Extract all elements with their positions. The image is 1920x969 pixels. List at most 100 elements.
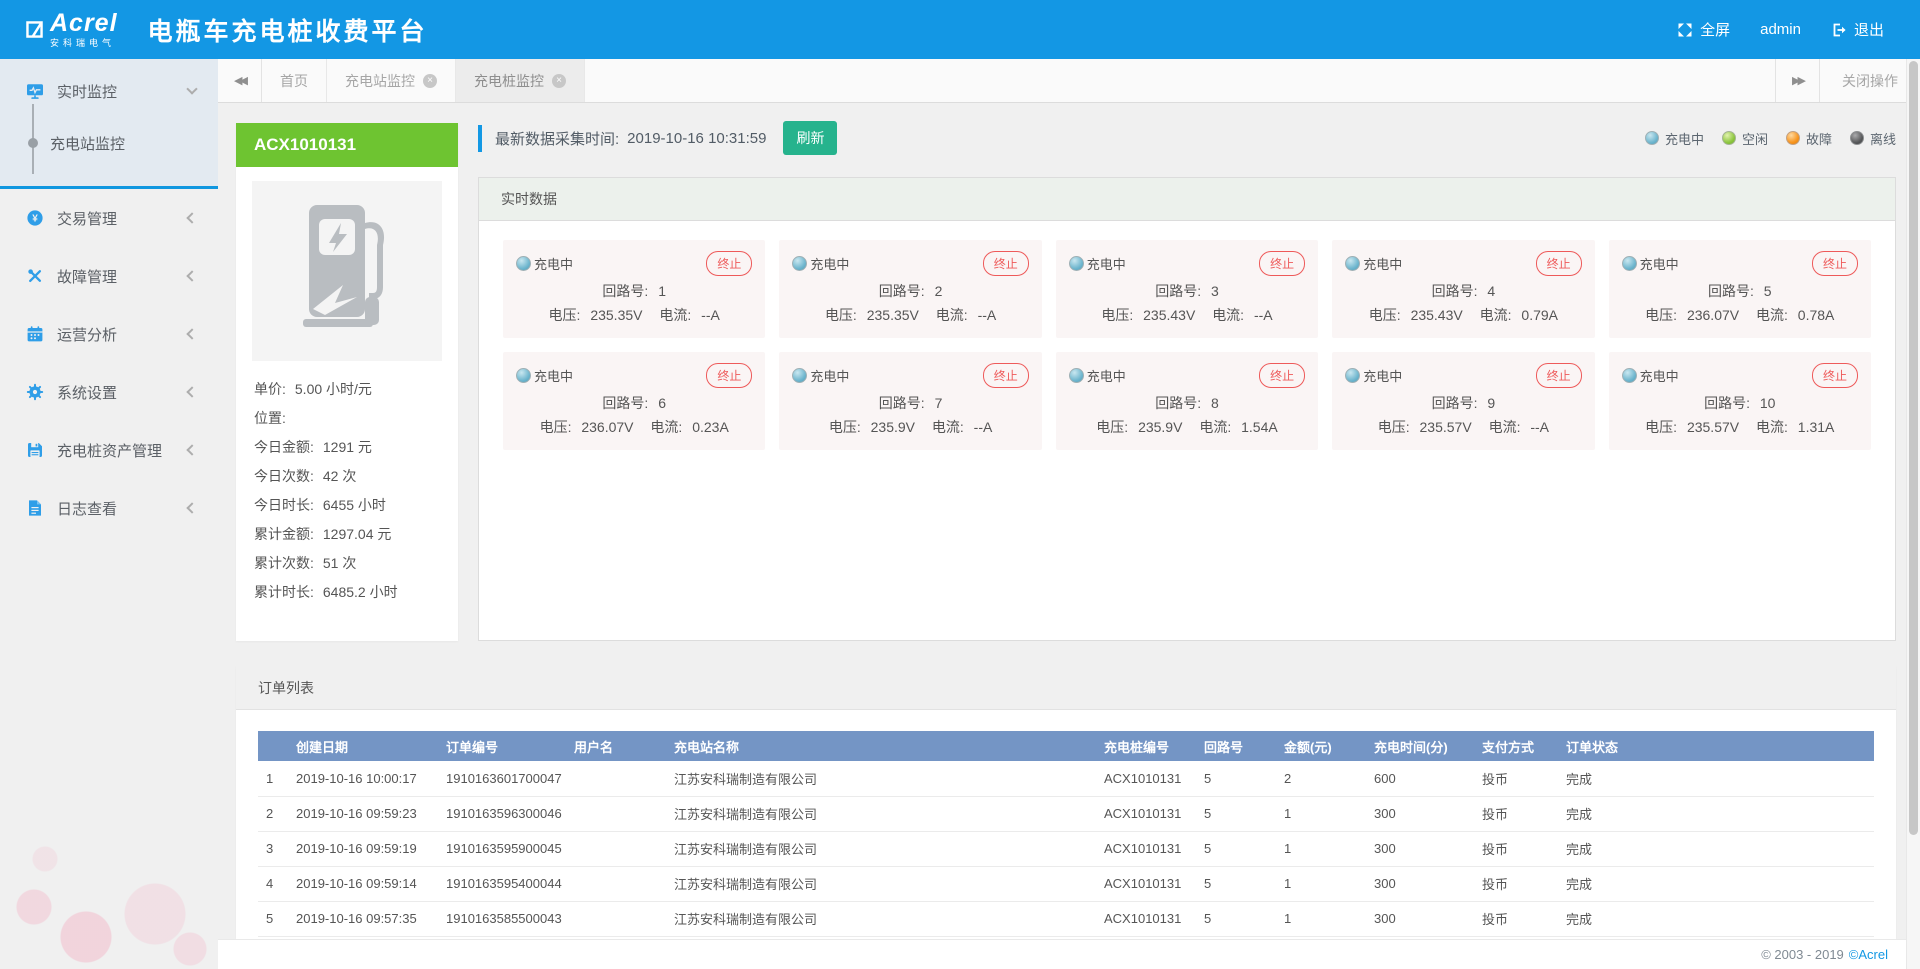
card-status-label: 充电中 (534, 254, 573, 273)
tab-station-monitor[interactable]: 充电站监控 × (327, 59, 456, 102)
terminate-button[interactable]: 终止 (706, 251, 752, 276)
stat-label: 累计时长: (254, 578, 314, 607)
cell-duration: 300 (1366, 796, 1474, 831)
terminate-button[interactable]: 终止 (1259, 251, 1305, 276)
current-value: 0.78A (1798, 307, 1835, 323)
cell-username (566, 831, 666, 866)
scrollbar-thumb[interactable] (1909, 61, 1918, 835)
voltage-value: 235.35V (867, 307, 919, 323)
stat-label: 累计次数: (254, 549, 314, 578)
refresh-button[interactable]: 刷新 (783, 121, 837, 155)
current-label: 电流: (936, 307, 968, 323)
current-label: 电流: (1480, 307, 1512, 323)
charging-pile-icon (295, 201, 399, 341)
sidebar-subitem-station-monitor[interactable]: 充电站监控 (0, 120, 218, 166)
cell-circuit: 5 (1196, 831, 1276, 866)
terminate-button[interactable]: 终止 (1536, 363, 1582, 388)
tab-home[interactable]: 首页 (262, 59, 327, 102)
device-stats: 单价: 5.00 小时/元 位置: 今日金额: 1291 元 今日次数: 42 … (252, 375, 442, 607)
sidebar-item-transactions[interactable]: ¥ 交易管理 (0, 189, 218, 247)
collect-time-label: 最新数据采集时间: (495, 128, 619, 149)
vertical-scrollbar[interactable] (1906, 59, 1920, 969)
stat-value: 5.00 小时/元 (295, 375, 372, 404)
circuit-value: 8 (1211, 395, 1219, 411)
cell-created: 2019-10-16 09:59:19 (288, 831, 438, 866)
terminate-button[interactable]: 终止 (1259, 363, 1305, 388)
current-label: 电流: (1489, 419, 1521, 435)
circuit-label: 回路号: (1155, 395, 1201, 411)
logout-button[interactable]: 退出 (1821, 19, 1894, 40)
electrics-line: 电压: 235.57V 电流: --A (1345, 417, 1581, 437)
tab-close-icon[interactable]: × (552, 74, 566, 88)
tab-bar: ◀◀ 首页 充电站监控 × 充电桩监控 × ▶▶ 关闭操作 (218, 59, 1920, 103)
terminate-button[interactable]: 终止 (1536, 251, 1582, 276)
sidebar-item-analytics[interactable]: 运营分析 (0, 305, 218, 363)
charging-dot-icon (1622, 256, 1637, 271)
chevron-left-icon (186, 444, 197, 455)
column-header: 回路号 (1196, 731, 1276, 761)
terminate-button[interactable]: 终止 (706, 363, 752, 388)
fullscreen-button[interactable]: 全屏 (1667, 19, 1740, 40)
voltage-value: 236.07V (581, 419, 633, 435)
legend-label: 空闲 (1742, 129, 1768, 148)
tabs-scroll-right-button[interactable]: ▶▶ (1775, 59, 1819, 102)
device-stat-row: 今日金额: 1291 元 (252, 433, 442, 462)
stat-value: 42 次 (323, 462, 356, 491)
charging-dot-icon (792, 256, 807, 271)
legend-charging: 充电中 (1645, 129, 1704, 148)
row-index: 5 (258, 901, 288, 936)
close-operations-dropdown[interactable]: 关闭操作 (1819, 59, 1920, 102)
current-value: 0.79A (1521, 307, 1558, 323)
circuit-line: 回路号: 6 (516, 393, 752, 413)
column-header: 支付方式 (1474, 731, 1558, 761)
tabs-scroll-left-button[interactable]: ◀◀ (218, 59, 262, 102)
user-menu[interactable]: admin (1750, 21, 1811, 38)
electrics-line: 电压: 236.07V 电流: 0.23A (516, 417, 752, 437)
tab-pile-monitor[interactable]: 充电桩监控 × (456, 59, 585, 102)
circuit-label: 回路号: (1155, 283, 1201, 299)
stat-value: 1291 元 (323, 433, 372, 462)
terminate-button[interactable]: 终止 (1812, 363, 1858, 388)
charging-circuit-card: 充电中 终止 回路号: 8 电压: 235.9V (1056, 352, 1318, 450)
circuit-line: 回路号: 7 (792, 393, 1028, 413)
circuit-line: 回路号: 1 (516, 281, 752, 301)
sidebar-item-label: 充电桩资产管理 (57, 440, 162, 461)
sidebar-item-faults[interactable]: 故障管理 (0, 247, 218, 305)
tab-close-icon[interactable]: × (423, 74, 437, 88)
terminate-button[interactable]: 终止 (1812, 251, 1858, 276)
sidebar-item-pile-assets[interactable]: 充电桩资产管理 (0, 421, 218, 479)
cell-amount: 1 (1276, 866, 1366, 901)
app-header: Acrel 安科瑞电气 电瓶车充电桩收费平台 全屏 admin 退出 (0, 0, 1920, 59)
cell-status: 完成 (1558, 901, 1874, 936)
cell-username (566, 761, 666, 796)
terminate-button[interactable]: 终止 (983, 363, 1029, 388)
sidebar: 实时监控 充电站监控 ¥ 交易管理 故障管理 (0, 59, 218, 969)
device-stat-row: 单价: 5.00 小时/元 (252, 375, 442, 404)
cell-order-no: 1910163595400044 (438, 866, 566, 901)
cell-station: 江苏安科瑞制造有限公司 (666, 866, 1096, 901)
gear-icon (26, 383, 44, 401)
charging-circuit-card: 充电中 终止 回路号: 10 电压: 235.57V (1609, 352, 1871, 450)
cell-pay-method: 投币 (1474, 901, 1558, 936)
voltage-label: 电压: (1645, 307, 1677, 323)
collect-time-value: 2019-10-16 10:31:59 (627, 130, 766, 147)
sidebar-item-settings[interactable]: 系统设置 (0, 363, 218, 421)
electrics-line: 电压: 236.07V 电流: 0.78A (1622, 305, 1858, 325)
column-header: 金额(元) (1276, 731, 1366, 761)
cell-pay-method: 投币 (1474, 761, 1558, 796)
voltage-label: 电压: (1645, 419, 1677, 435)
current-label: 电流: (1756, 419, 1788, 435)
brand-link[interactable]: ©Acrel (1849, 947, 1888, 962)
device-id: ACX1010131 (236, 123, 458, 167)
terminate-button[interactable]: 终止 (983, 251, 1029, 276)
logout-icon (1831, 22, 1847, 38)
sidebar-group-realtime: 实时监控 充电站监控 (0, 59, 218, 189)
header-actions: 全屏 admin 退出 (1667, 19, 1894, 40)
sidebar-item-logs[interactable]: 日志查看 (0, 479, 218, 537)
card-status-label: 充电中 (534, 366, 573, 385)
charging-dot-icon (516, 256, 531, 271)
current-value: --A (974, 419, 993, 435)
electrics-line: 电压: 235.43V 电流: --A (1069, 305, 1305, 325)
voltage-value: 235.43V (1143, 307, 1195, 323)
chevron-left-icon (186, 386, 197, 397)
